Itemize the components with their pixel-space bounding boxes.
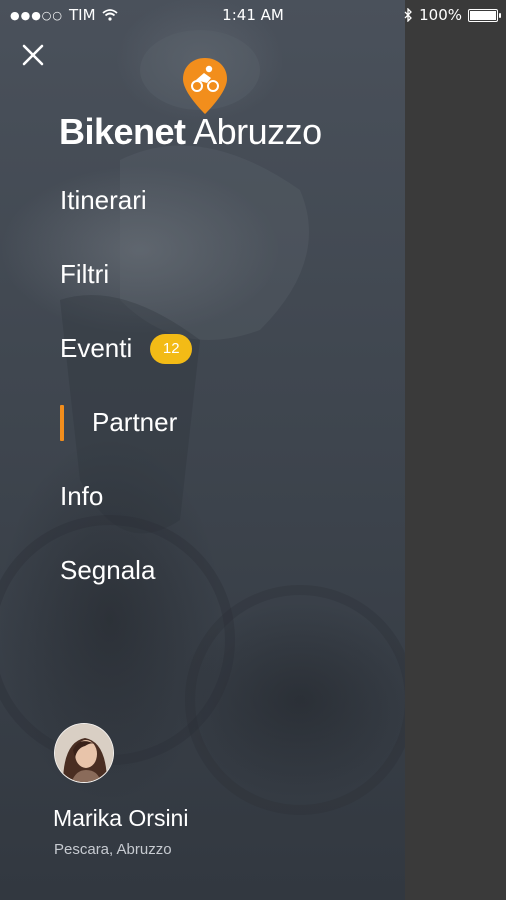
- menu-item-itinerari[interactable]: Itinerari: [60, 185, 147, 216]
- user-name: Marika Orsini: [53, 805, 189, 831]
- menu-item-label: Eventi: [60, 333, 133, 363]
- menu-item-eventi[interactable]: Eventi 12: [60, 333, 193, 364]
- active-item-marker: [60, 405, 64, 441]
- avatar-photo: [55, 724, 113, 782]
- cyclist-pin-icon: [183, 58, 227, 114]
- status-right: 100%: [404, 6, 501, 24]
- user-location: Pescara, Abruzzo: [54, 841, 172, 858]
- events-count-badge: 12: [150, 333, 193, 364]
- battery-fill: [470, 10, 496, 20]
- logo-text-bold: Bikenet: [59, 111, 186, 152]
- menu-item-filtri[interactable]: Filtri: [60, 259, 109, 290]
- status-bar: ●●●○○ TIM 1:41 AM 100%: [0, 0, 506, 30]
- close-button[interactable]: [20, 42, 46, 68]
- user-avatar[interactable]: [54, 723, 114, 783]
- battery-icon: [468, 8, 501, 22]
- app-logo-text: Bikenet Abruzzo: [59, 111, 322, 153]
- menu-item-partner[interactable]: Partner: [92, 407, 177, 438]
- battery-percentage: 100%: [419, 6, 462, 24]
- menu-item-label: Segnala: [60, 555, 156, 585]
- menu-item-info[interactable]: Info: [60, 481, 103, 512]
- dimmed-content-area[interactable]: [405, 0, 506, 900]
- bluetooth-icon: [404, 8, 413, 22]
- navigation-drawer: Bikenet Abruzzo Itinerari Filtri Eventi …: [0, 0, 405, 900]
- menu-item-label: Filtri: [60, 259, 110, 289]
- logo-text-light: Abruzzo: [193, 111, 322, 152]
- menu-item-label: Itinerari: [60, 185, 147, 215]
- menu-item-label: Info: [60, 481, 104, 511]
- close-icon: [22, 44, 44, 66]
- menu-item-segnala[interactable]: Segnala: [60, 555, 155, 586]
- menu-item-label: Partner: [92, 407, 178, 437]
